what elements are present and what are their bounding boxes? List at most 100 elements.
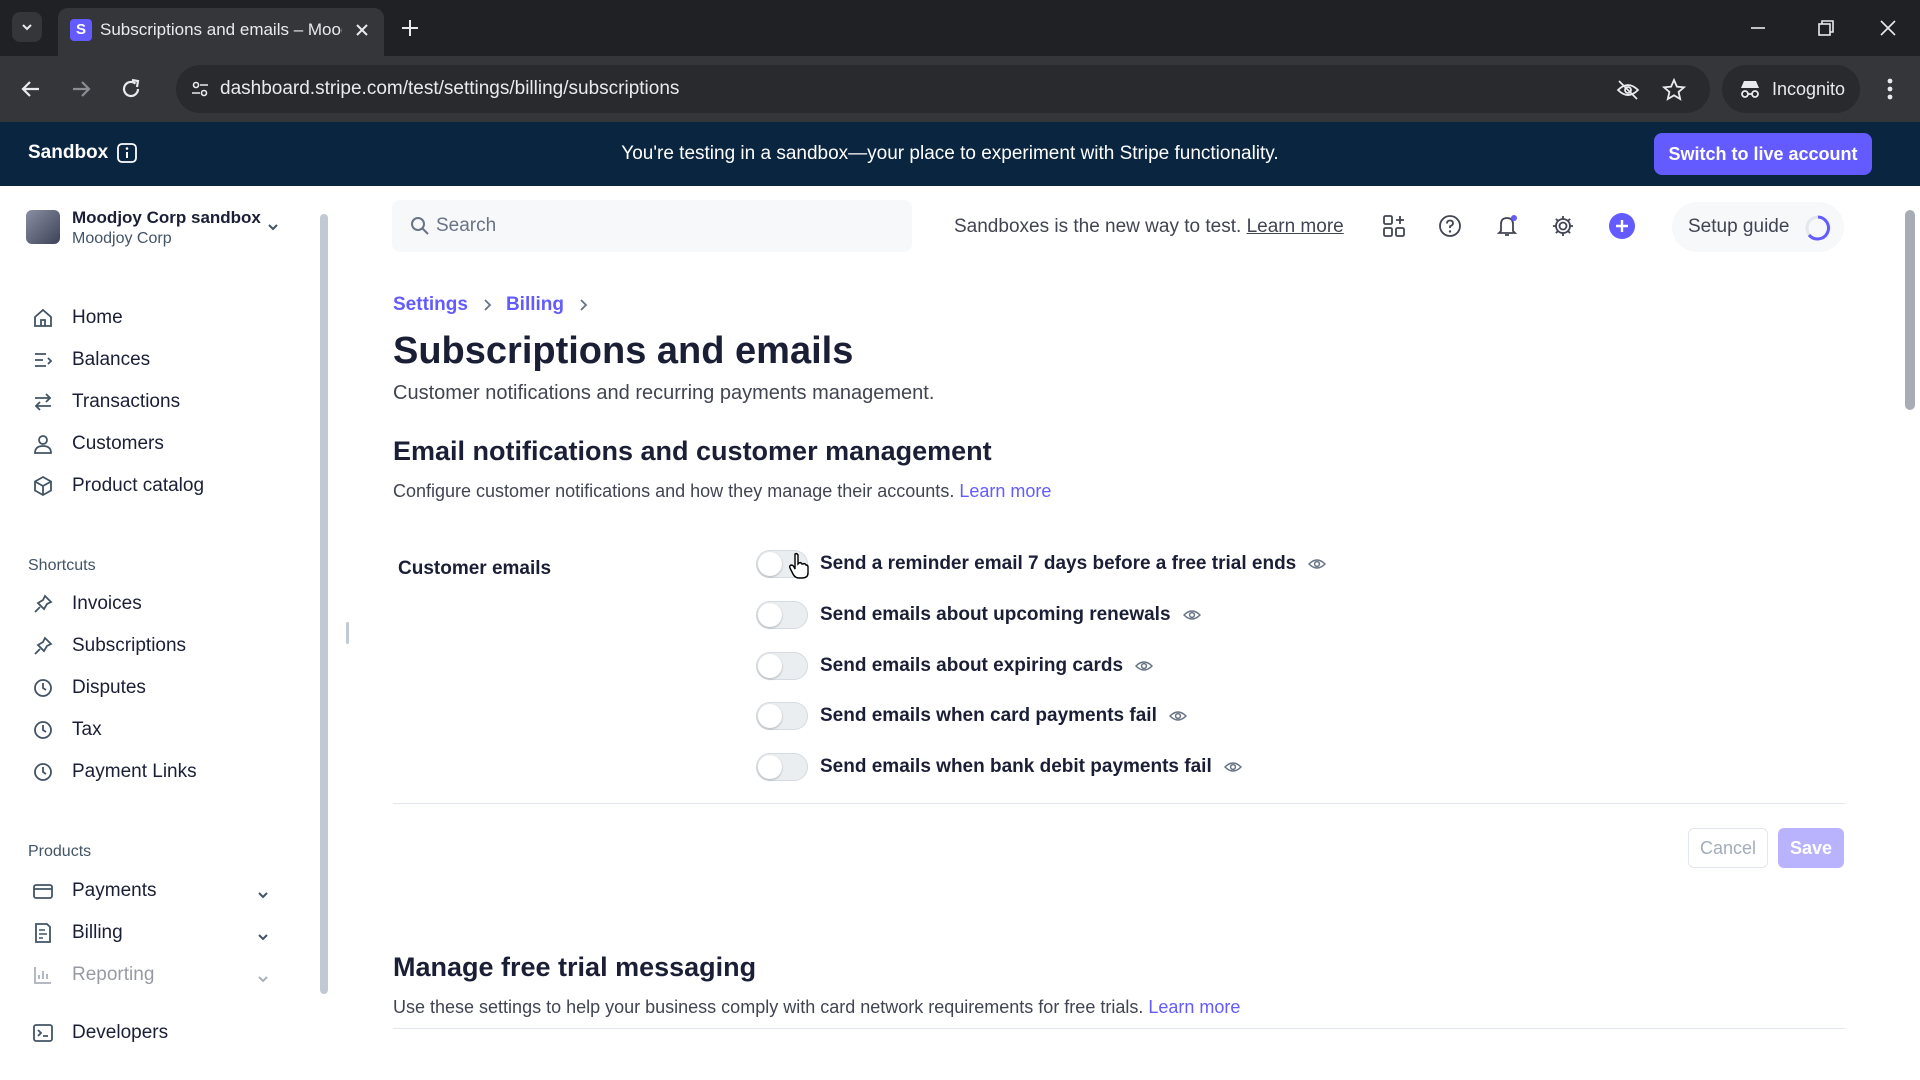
- section-description-text: Use these settings to help your business…: [393, 997, 1144, 1017]
- customer-emails-label: Customer emails: [398, 558, 552, 579]
- account-switcher[interactable]: Moodjoy Corp sandbox Moodjoy Corp: [26, 204, 286, 252]
- sidebar-item-label: Home: [72, 307, 123, 328]
- notifications-bell-icon[interactable]: [1495, 214, 1519, 238]
- toggle-label: Send emails when bank debit payments fai…: [820, 756, 1212, 777]
- sidebar-item-label: Tax: [72, 719, 102, 740]
- sidebar-item-balances[interactable]: Balances: [30, 340, 290, 380]
- section-description-text: Configure customer notifications and how…: [393, 481, 955, 501]
- close-icon[interactable]: [352, 20, 372, 40]
- toggle-label: Send emails when card payments fail: [820, 705, 1157, 726]
- toggle-label: Send emails about expiring cards: [820, 655, 1124, 676]
- browser-toolbar: dashboard.stripe.com/test/settings/billi…: [0, 56, 1920, 122]
- divider: [393, 1028, 1845, 1029]
- toggle-row-trial-reminder: Send a reminder email 7 days before a fr…: [756, 548, 1327, 580]
- restore-icon[interactable]: [1814, 16, 1838, 40]
- breadcrumb-settings[interactable]: Settings: [393, 294, 468, 316]
- section-description: Use these settings to help your business…: [393, 997, 1240, 1018]
- info-icon[interactable]: [116, 142, 138, 164]
- sidebar-item-home[interactable]: Home: [30, 298, 290, 338]
- sidebar-item-label: Subscriptions: [72, 635, 187, 656]
- product-catalog-icon: [30, 473, 56, 499]
- billing-icon: [30, 920, 56, 946]
- sandbox-label: Sandbox: [28, 142, 109, 163]
- sidebar-item-payments[interactable]: Payments: [30, 871, 290, 911]
- site-info-icon[interactable]: [190, 79, 210, 99]
- cancel-button[interactable]: Cancel: [1688, 828, 1768, 868]
- sidebar-item-label: Transactions: [72, 391, 181, 412]
- sidebar-scrollbar[interactable]: [318, 194, 328, 1064]
- divider: [393, 803, 1845, 804]
- preview-eye-icon[interactable]: [1168, 709, 1187, 723]
- chevron-down-icon: [20, 20, 34, 34]
- breadcrumb-billing[interactable]: Billing: [506, 294, 564, 316]
- sidebar-item-subscriptions[interactable]: Subscriptions: [30, 626, 290, 666]
- browser-tab[interactable]: S Subscriptions and emails – Moodjoy Cor…: [58, 8, 384, 56]
- sidebar-item-reporting[interactable]: Reporting: [30, 955, 290, 995]
- sandbox-learn-more-link[interactable]: Learn more: [1247, 216, 1344, 237]
- sidebar-item-label: Billing: [72, 922, 123, 943]
- search-bar[interactable]: [392, 200, 912, 252]
- search-input[interactable]: [436, 200, 896, 252]
- sidebar-item-tax[interactable]: Tax: [30, 710, 290, 750]
- page-scrollbar-thumb[interactable]: [1905, 210, 1915, 410]
- incognito-indicator[interactable]: Incognito: [1722, 65, 1860, 113]
- new-tab-plus-icon[interactable]: [398, 16, 422, 40]
- back-arrow-icon[interactable]: [18, 76, 44, 102]
- forward-arrow-icon[interactable]: [68, 76, 94, 102]
- sidebar-item-label: Payment Links: [72, 761, 197, 782]
- sidebar-item-billing[interactable]: Billing: [30, 913, 290, 953]
- sandbox-note-text: Sandboxes is the new way to test.: [954, 216, 1242, 237]
- eye-off-icon[interactable]: [1616, 79, 1640, 101]
- upcoming-renewals-toggle[interactable]: [756, 601, 808, 629]
- sidebar-item-invoices[interactable]: Invoices: [30, 584, 290, 624]
- switch-to-live-account-button[interactable]: Switch to live account: [1654, 133, 1872, 175]
- incognito-label: Incognito: [1772, 78, 1846, 99]
- sidebar-item-label: Disputes: [72, 677, 146, 698]
- section-title-email-notifications: Email notifications and customer managem…: [393, 436, 992, 466]
- breadcrumb: Settings Billing: [393, 294, 588, 316]
- expiring-cards-toggle[interactable]: [756, 652, 808, 680]
- help-icon[interactable]: [1438, 214, 1462, 238]
- toggle-label: Send emails about upcoming renewals: [820, 604, 1171, 625]
- apps-icon[interactable]: [1382, 214, 1406, 238]
- reload-icon[interactable]: [118, 76, 144, 102]
- minimize-icon[interactable]: [1746, 16, 1770, 40]
- developers-icon: [30, 1020, 56, 1046]
- create-plus-icon[interactable]: [1608, 212, 1636, 240]
- learn-more-link[interactable]: Learn more: [959, 481, 1051, 501]
- browser-menu-icon[interactable]: [1880, 76, 1900, 102]
- preview-eye-icon[interactable]: [1182, 608, 1201, 622]
- learn-more-link[interactable]: Learn more: [1148, 997, 1240, 1017]
- sidebar-item-customers[interactable]: Customers: [30, 424, 290, 464]
- preview-eye-icon[interactable]: [1135, 659, 1154, 673]
- preview-eye-icon[interactable]: [1308, 557, 1327, 571]
- toggle-knob: [758, 552, 782, 576]
- sidebar-item-transactions[interactable]: Transactions: [30, 382, 290, 422]
- sidebar-item-payment-links[interactable]: Payment Links: [30, 752, 290, 792]
- payments-icon: [30, 878, 56, 904]
- sidebar-item-developers[interactable]: Developers: [30, 1013, 290, 1053]
- url-text: dashboard.stripe.com/test/settings/billi…: [220, 78, 680, 99]
- clock-icon: [30, 759, 56, 785]
- sidebar-item-product-catalog[interactable]: Product catalog: [30, 466, 290, 506]
- chevron-down-icon: [250, 882, 276, 908]
- sidebar-resize-handle[interactable]: [346, 622, 349, 644]
- card-payments-fail-toggle[interactable]: [756, 702, 808, 730]
- toggle-label: Send a reminder email 7 days before a fr…: [820, 553, 1297, 574]
- save-button[interactable]: Save: [1778, 828, 1844, 868]
- toggle-row-expiring-cards: Send emails about expiring cards: [756, 650, 1154, 682]
- balances-icon: [30, 347, 56, 373]
- setup-guide-button[interactable]: Setup guide: [1672, 202, 1844, 252]
- tab-title: Subscriptions and emails – Moodjoy Corp …: [100, 20, 342, 39]
- bookmark-star-icon[interactable]: [1662, 78, 1686, 102]
- sidebar-scrollbar-thumb[interactable]: [320, 214, 328, 994]
- preview-eye-icon[interactable]: [1223, 760, 1242, 774]
- chevron-right-icon: [578, 298, 588, 312]
- sidebar-item-disputes[interactable]: Disputes: [30, 668, 290, 708]
- settings-gear-icon[interactable]: [1551, 214, 1575, 238]
- bank-debit-fail-toggle[interactable]: [756, 753, 808, 781]
- page-scrollbar[interactable]: [1900, 186, 1920, 1080]
- tab-list-button[interactable]: [12, 12, 42, 42]
- window-close-icon[interactable]: [1876, 16, 1900, 40]
- address-bar[interactable]: dashboard.stripe.com/test/settings/billi…: [176, 65, 1710, 113]
